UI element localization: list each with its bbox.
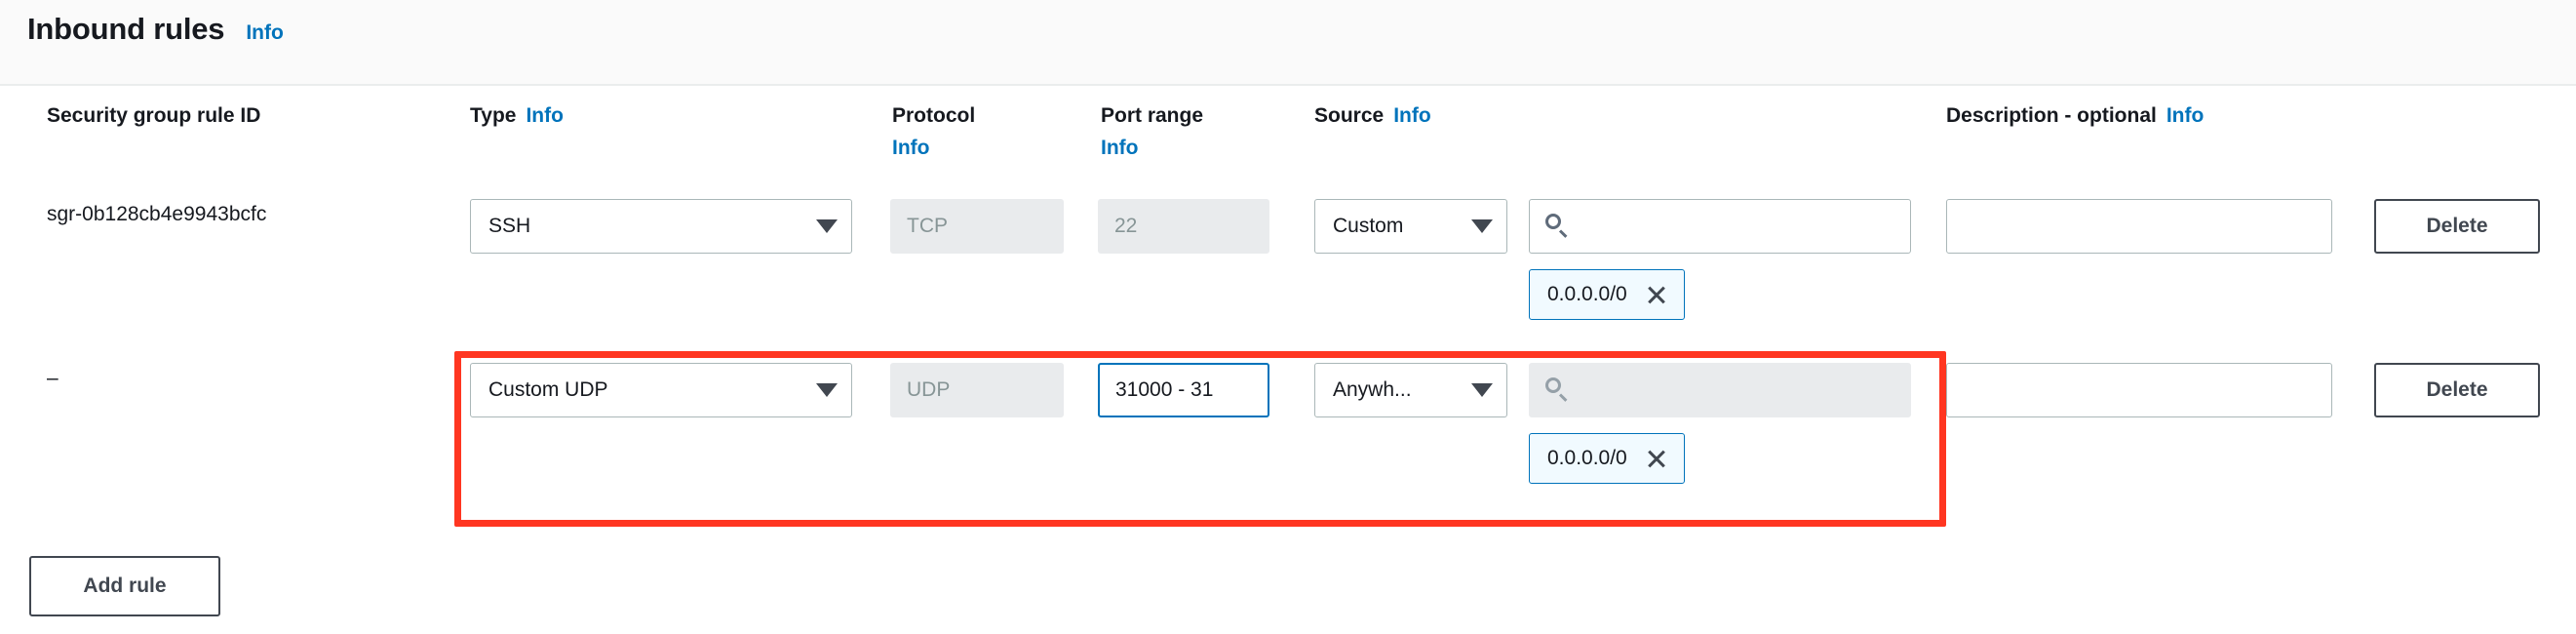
add-rule-button[interactable]: Add rule [29,556,220,616]
panel-title-group: Inbound rules Info [27,14,284,44]
add-rule-button-label: Add rule [83,575,167,597]
protocol-field: UDP [890,363,1064,417]
port-range-value: 22 [1114,215,1138,237]
chevron-down-icon [1471,383,1493,397]
port-range-info-link[interactable]: Info [1101,138,1203,158]
cidr-token[interactable]: 0.0.0.0/0 [1529,433,1685,484]
column-header-source-label: Source [1314,104,1385,127]
page-title: Inbound rules [27,12,225,46]
column-header-type: Type Info [470,103,564,129]
protocol-value: UDP [907,378,951,401]
protocol-field: TCP [890,199,1064,254]
chevron-down-icon [1471,219,1493,233]
description-input[interactable] [1946,363,2332,417]
delete-button[interactable]: Delete [2374,199,2540,254]
type-select-value: SSH [488,215,531,237]
delete-button[interactable]: Delete [2374,363,2540,417]
table-row: sgr-0b128cb4e9943bcfc SSH TCP 22 Custom … [0,176,2576,339]
close-icon[interactable] [1645,447,1668,470]
chevron-down-icon [816,219,838,233]
source-type-select-value: Anywh... [1333,378,1412,401]
chevron-down-icon [816,383,838,397]
column-header-description: Description - optional Info [1946,103,2204,129]
type-info-link[interactable]: Info [526,104,563,127]
column-header-port-range: Port range Info [1101,103,1203,158]
source-type-select-value: Custom [1333,215,1404,237]
delete-button-label: Delete [2426,378,2488,401]
source-type-select[interactable]: Anywh... [1314,363,1507,417]
column-header-row: Security group rule ID Type Info Protocol… [0,86,2576,176]
panel-header: Inbound rules Info [0,0,2576,86]
description-info-link[interactable]: Info [2166,104,2204,127]
column-header-protocol-label: Protocol [892,104,976,127]
type-select[interactable]: Custom UDP [470,363,852,417]
inbound-rules-panel: Inbound rules Info Security group rule I… [0,0,2576,634]
type-select-value: Custom UDP [488,378,608,401]
description-input[interactable] [1946,199,2332,254]
source-info-link[interactable]: Info [1393,104,1430,127]
protocol-info-link[interactable]: Info [892,138,975,158]
port-range-field: 22 [1098,199,1269,254]
port-range-input[interactable]: 31000 - 31 [1098,363,1269,417]
search-icon [1545,214,1571,239]
rule-id-value: sgr-0b128cb4e9943bcfc [47,203,267,225]
port-range-value: 31000 - 31 [1115,378,1214,401]
column-header-rule-id: Security group rule ID [47,103,260,129]
cidr-token[interactable]: 0.0.0.0/0 [1529,269,1685,320]
rule-id-value: – [47,367,59,389]
source-search-input[interactable] [1529,199,1911,254]
column-header-protocol: Protocol Info [892,103,975,158]
type-select[interactable]: SSH [470,199,852,254]
source-search-input [1529,363,1911,417]
column-header-type-label: Type [470,104,517,127]
cidr-token-label: 0.0.0.0/0 [1547,447,1627,469]
panel-info-link[interactable]: Info [246,22,283,43]
search-icon [1545,377,1571,403]
column-header-source: Source Info [1314,103,1431,129]
delete-button-label: Delete [2426,215,2488,237]
column-header-description-label: Description - optional [1946,104,2157,127]
table-row: – Custom UDP UDP 31000 - 31 Anywh... 0.0… [0,339,2576,535]
close-icon[interactable] [1645,283,1668,306]
source-type-select[interactable]: Custom [1314,199,1507,254]
cidr-token-label: 0.0.0.0/0 [1547,283,1627,305]
column-header-rule-id-label: Security group rule ID [47,104,261,127]
protocol-value: TCP [907,215,948,237]
column-header-port-range-label: Port range [1101,104,1204,127]
